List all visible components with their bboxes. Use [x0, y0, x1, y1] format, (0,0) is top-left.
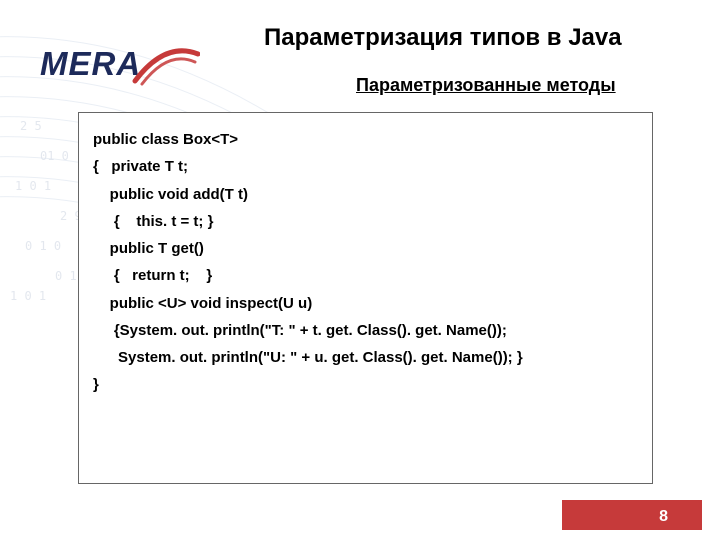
footer-accent-bar	[562, 504, 702, 530]
code-line: public void add(T t)	[93, 185, 638, 205]
svg-text:0 1: 0 1	[55, 269, 77, 283]
code-line: {System. out. println("T: " + t. get. Cl…	[93, 321, 638, 341]
svg-text:1 0 1: 1 0 1	[15, 179, 51, 193]
code-line: public class Box<T>	[93, 130, 638, 150]
svg-text:0 1 0: 0 1 0	[25, 239, 61, 253]
code-line: public <U> void inspect(U u)	[93, 294, 638, 314]
slide-title: Параметризация типов в Java	[264, 24, 622, 52]
code-line: public T get()	[93, 239, 638, 259]
code-line: { this. t = t; }	[93, 212, 638, 232]
logo-text: MERA	[40, 45, 141, 83]
code-line: }	[93, 375, 638, 395]
logo-swoosh-icon	[130, 36, 200, 86]
code-line: { private T t;	[93, 157, 638, 177]
page-number: 8	[659, 508, 668, 526]
svg-text:01 0: 01 0	[40, 149, 69, 163]
slide-subtitle: Параметризованные методы	[356, 75, 616, 96]
code-example-box: public class Box<T> { private T t; publi…	[78, 112, 653, 484]
svg-text:1 0 1: 1 0 1	[10, 289, 46, 303]
svg-text:2 5: 2 5	[20, 119, 42, 133]
code-line: { return t; }	[93, 266, 638, 286]
code-line: System. out. println("U: " + u. get. Cla…	[93, 348, 638, 368]
mera-logo: MERA	[40, 38, 215, 90]
